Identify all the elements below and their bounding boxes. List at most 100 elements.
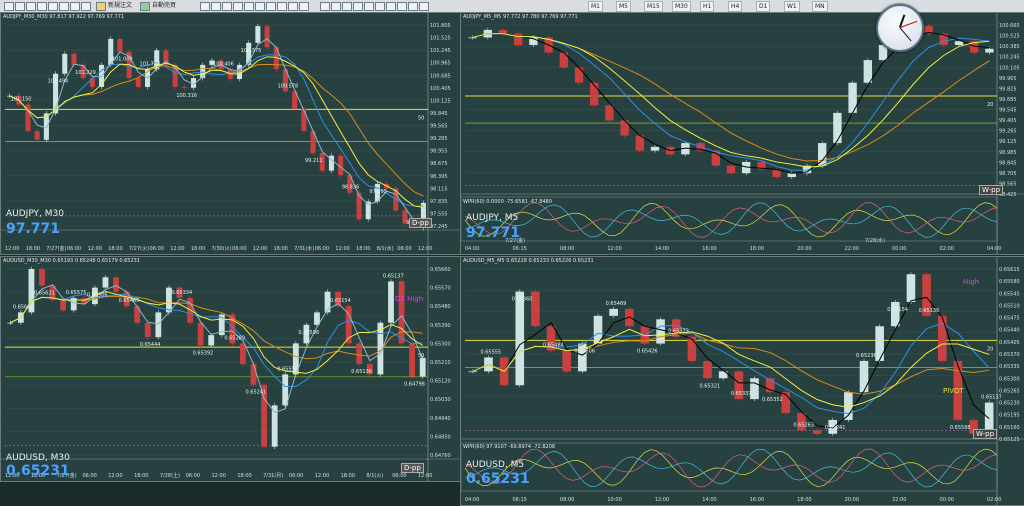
time-axis-tick: 06:15 (512, 497, 526, 503)
time-axis-tick: 18:00 (108, 246, 122, 252)
price-annotation: 0.65137 (383, 273, 404, 279)
chart-window-audusd-m30[interactable]: 0.65660 0.65570 0.65480 0.65390 0.65300 0.652… (0, 256, 461, 482)
price-axis-tick: 99.825 (999, 86, 1017, 92)
timeframe-button-m30[interactable]: M30 (672, 1, 691, 12)
candle-body (890, 301, 900, 327)
zoom-in-icon[interactable] (233, 2, 243, 11)
chart-canvas[interactable]: 0.65660 0.65570 0.65480 0.65390 0.65300 0.652… (1, 257, 460, 481)
price-annotation: 0.65154 (887, 307, 908, 313)
tile-windows-icon[interactable] (255, 2, 265, 11)
chart-canvas[interactable]: 100.665 100.525 100.385 100.245 100.105 99.96… (461, 13, 1024, 254)
strategy-tester-icon[interactable] (59, 2, 69, 11)
new-chart-icon[interactable] (4, 2, 14, 11)
chart-window-audjpy-m30[interactable]: 101.805 101.525 101.245 100.965 100.685 100.4… (0, 12, 461, 255)
options-icon[interactable] (81, 2, 91, 11)
trendline-icon[interactable] (364, 2, 374, 11)
market-watch-icon[interactable] (26, 2, 36, 11)
symbol-label: AUDJPY, M5 (466, 213, 519, 223)
new-order-icon[interactable] (96, 2, 106, 11)
label-icon[interactable] (408, 2, 418, 11)
candle-body (726, 165, 736, 174)
candle-chart-icon[interactable] (211, 2, 221, 11)
pivot-level-tag: PIVOT (943, 387, 964, 395)
time-axis-tick: 04:00 (465, 497, 479, 503)
price-axis-tick: 97.835 (430, 199, 448, 205)
time-axis-tick: 18:00 (273, 246, 287, 252)
chart-window-audjpy-m5[interactable]: 100.665 100.525 100.385 100.245 100.105 99.96… (460, 12, 1024, 255)
candle-body (117, 38, 123, 52)
vertical-line-icon[interactable] (342, 2, 352, 11)
price-axis-tick: 0.65120 (430, 379, 451, 385)
price-axis-tick: 100.665 (999, 23, 1020, 29)
crosshair-icon[interactable] (331, 2, 341, 11)
channel-icon[interactable] (375, 2, 385, 11)
time-axis-tick: 7/31(水) (294, 245, 314, 252)
price-annotation: 0.65506 (574, 349, 595, 355)
timeframe-button-d1[interactable]: D1 (756, 1, 771, 12)
data-window-icon[interactable] (70, 2, 80, 11)
price-axis-tick: 0.65660 (430, 267, 451, 273)
candle-body (255, 26, 261, 43)
cursor-icon[interactable] (320, 2, 330, 11)
candle-body (954, 41, 964, 45)
indicators-icon[interactable] (288, 2, 298, 11)
chart-window-audusd-m5[interactable]: 0.65615 0.65580 0.65545 0.65510 0.65475 0.654… (460, 256, 1024, 506)
symbol-label: AUDUSD, M30 (6, 453, 70, 463)
timeframe-button-h4[interactable]: H4 (728, 1, 743, 12)
price-axis-tick: 0.65510 (999, 303, 1020, 309)
chart-canvas[interactable]: 0.65615 0.65580 0.65545 0.65510 0.65475 0.654… (461, 257, 1024, 505)
navigator-icon[interactable] (37, 2, 47, 11)
price-axis-tick: 0.65440 (999, 328, 1020, 334)
text-icon[interactable] (397, 2, 407, 11)
candle-body (687, 336, 697, 361)
time-axis-tick: 20:00 (797, 246, 811, 252)
terminal-icon[interactable] (48, 2, 58, 11)
timeframe-button-m5[interactable]: M5 (616, 1, 631, 12)
oscillator-panel (461, 442, 998, 492)
auto-trade-icon[interactable] (140, 2, 150, 11)
price-axis-tick: 99.845 (430, 111, 448, 117)
current-price: 0.65231 (466, 471, 530, 487)
candle-body (419, 357, 426, 377)
candle-body (833, 112, 842, 144)
time-axis-tick: 12:00 (212, 473, 226, 479)
timeframe-button-w1[interactable]: W1 (784, 1, 800, 12)
time-axis-tick: 08:00 (560, 246, 574, 252)
time-axis-tick: 12:00 (335, 246, 349, 252)
new-order-button[interactable]: 新規注文 (108, 1, 132, 10)
auto-trade-button[interactable]: 自動売買 (152, 1, 176, 10)
chart-canvas[interactable]: 101.805 101.525 101.245 100.965 100.685 100.4… (1, 13, 460, 254)
autoscroll-icon[interactable] (266, 2, 276, 11)
candle-body (863, 60, 872, 83)
line-chart-icon[interactable] (222, 2, 232, 11)
profiles-icon[interactable] (15, 2, 25, 11)
timeframe-button-mn[interactable]: MN (812, 1, 828, 12)
timeframe-button-m15[interactable]: M15 (644, 1, 663, 12)
price-axis-tick: 0.65210 (430, 360, 451, 366)
price-axis-tick: 0.65570 (430, 286, 451, 292)
time-axis-tick: 00:00 (892, 246, 906, 252)
templates-icon[interactable] (299, 2, 309, 11)
pivot-tag: W-pp (979, 185, 1004, 195)
chart-header: AUDUSD_M5_M5 0.65228 0.65233 0.65226 0.6… (463, 258, 594, 264)
arrows-icon[interactable] (419, 2, 429, 11)
time-axis-tick: 14:00 (655, 246, 669, 252)
time-axis-tick: 7/31(月) (263, 473, 283, 479)
horizontal-line-icon[interactable] (353, 2, 363, 11)
candle-body (62, 53, 68, 74)
bar-chart-icon[interactable] (200, 2, 210, 11)
price-annotation: 0.65555 (277, 366, 298, 372)
time-axis-tick: 18:00 (191, 246, 205, 252)
candle-body (468, 371, 478, 373)
candle-body (937, 315, 947, 361)
timeframe-button-m1[interactable]: M1 (588, 1, 603, 12)
price-axis-tick: 100.385 (999, 44, 1020, 50)
fibonacci-icon[interactable] (386, 2, 396, 11)
zoom-out-icon[interactable] (244, 2, 254, 11)
price-axis-tick: 99.265 (999, 129, 1017, 135)
chart-shift-icon[interactable] (277, 2, 287, 11)
candle-body (398, 281, 405, 344)
price-axis-tick: 98.845 (999, 160, 1017, 166)
timeframe-button-h1[interactable]: H1 (700, 1, 715, 12)
candle-body (301, 108, 307, 132)
